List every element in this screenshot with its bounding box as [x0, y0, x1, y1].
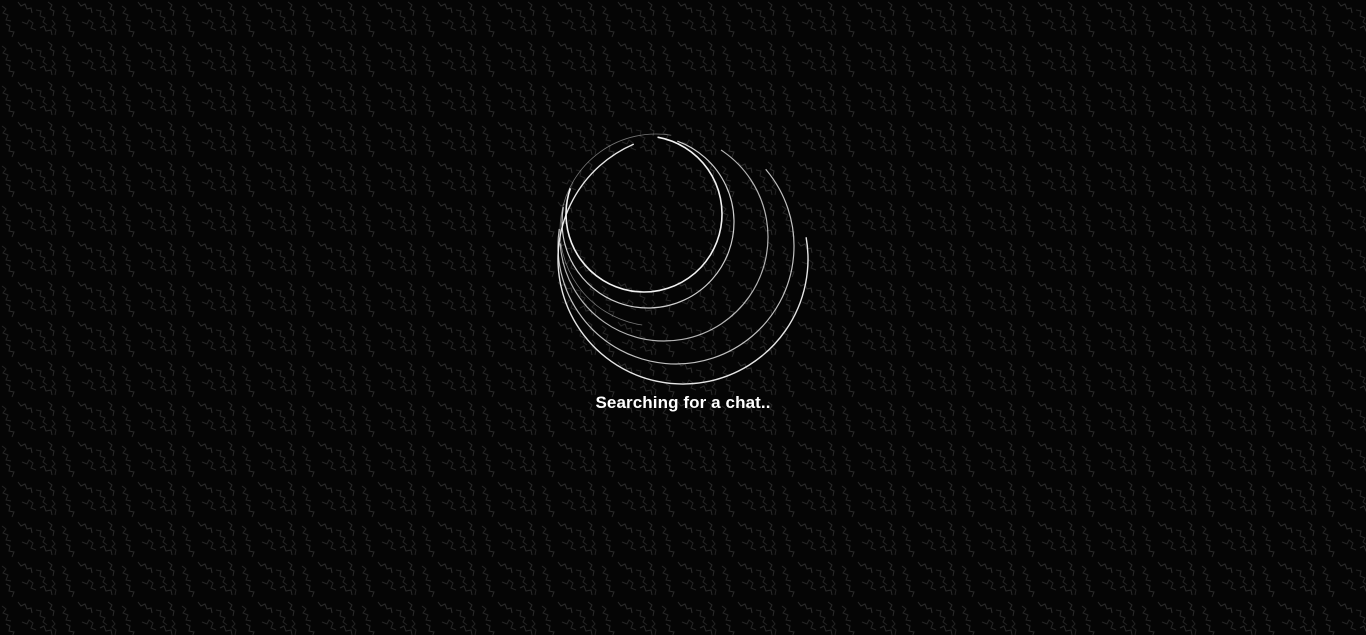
- loading-screen: Searching for a chat..: [0, 0, 1366, 635]
- spinner-rings-icon: [557, 127, 809, 385]
- status-message: Searching for a chat..: [595, 393, 771, 412]
